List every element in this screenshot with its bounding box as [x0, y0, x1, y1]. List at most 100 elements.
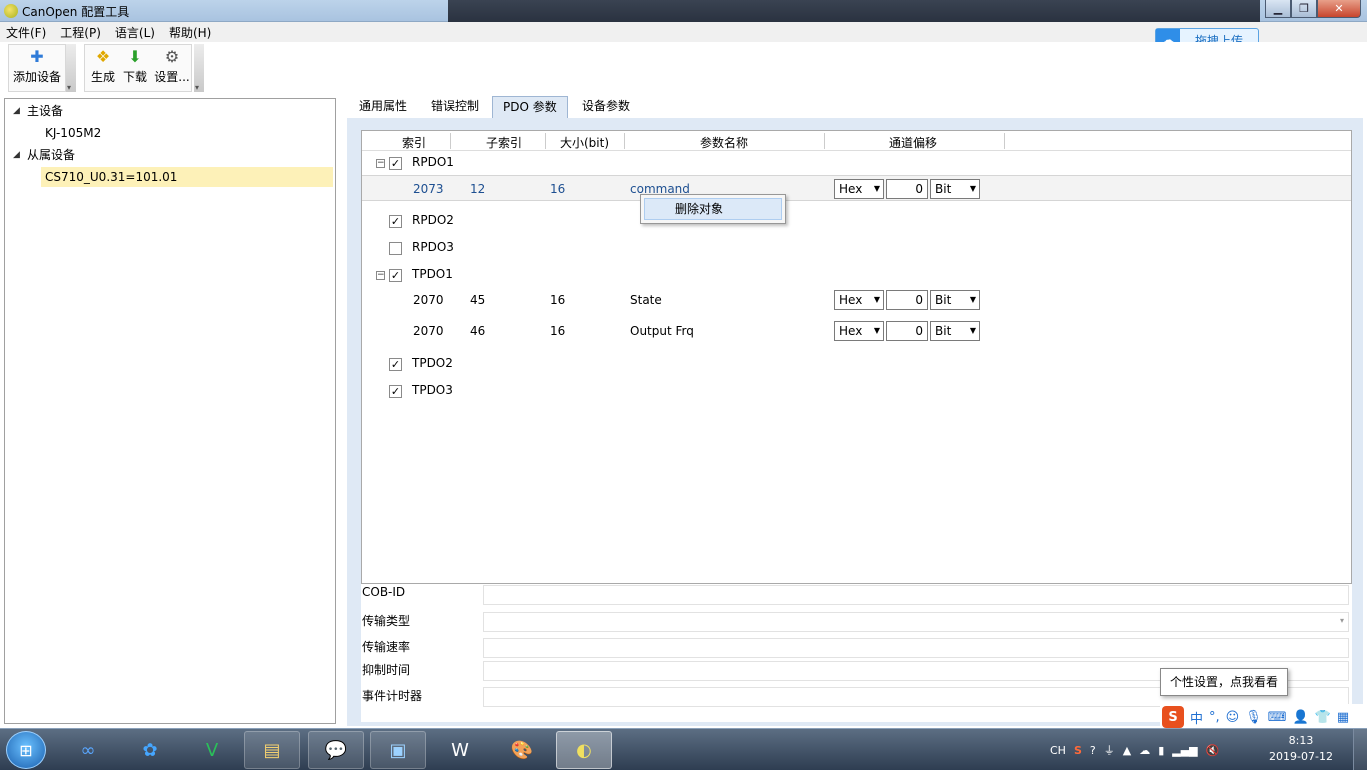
toolbar-grip[interactable] [194, 44, 204, 92]
menu-file[interactable]: 文件(F) [6, 24, 46, 41]
title-bar-background [448, 0, 1260, 22]
punctuation-icon[interactable]: °, [1209, 710, 1220, 725]
rpdo1-checkbox[interactable]: ✓ [389, 157, 402, 170]
transmission-type-select[interactable]: ▾ [483, 612, 1349, 632]
tab-device-params[interactable]: 设备参数 [572, 96, 640, 118]
collapse-icon[interactable]: − [376, 271, 385, 280]
header-index[interactable]: 索引 [402, 134, 426, 151]
generate-button[interactable]: ❖ 生成 [88, 46, 118, 85]
rpdo1-label: RPDO1 [412, 155, 454, 169]
volume-muted-icon[interactable]: 🔇 [1206, 744, 1220, 757]
cloud-tray-icon[interactable]: ☁ [1139, 744, 1150, 757]
maximize-button[interactable]: ❐ [1291, 0, 1317, 18]
tree-node-master[interactable]: 主设备 [27, 101, 63, 121]
format-select[interactable]: Hex ▼ [834, 290, 884, 310]
offset-input[interactable]: 0 [886, 179, 928, 199]
generate-label: 生成 [90, 70, 115, 84]
tree-node-slave[interactable]: 从属设备 [27, 145, 75, 165]
table-row[interactable]: 2070 46 16 Output Frq Hex ▼ 0 Bit ▼ [362, 318, 1351, 344]
row-index: 2070 [413, 324, 444, 338]
delete-object-menu-item[interactable]: 删除对象 [644, 198, 782, 220]
collapse-arrow-icon[interactable]: ◢ [13, 150, 20, 160]
tree-node-slave-device[interactable]: CS710_U0.31=101.01 [41, 167, 333, 187]
minimize-button[interactable]: ▁ [1265, 0, 1291, 18]
rpdo3-checkbox[interactable] [389, 242, 402, 255]
v5-app-icon[interactable]: V [184, 731, 240, 769]
wechat-icon[interactable]: 💬 [308, 731, 364, 769]
tree-node-master-device[interactable]: KJ-105M2 [45, 123, 101, 143]
rpdo2-label: RPDO2 [412, 213, 454, 227]
folder-icon[interactable]: ▤ [244, 731, 300, 769]
paint-icon[interactable]: 🎨 [494, 731, 550, 769]
collapse-arrow-icon[interactable]: ◢ [13, 106, 20, 116]
tpdo1-label: TPDO1 [412, 267, 453, 281]
microphone-icon[interactable]: 🎙 [1245, 710, 1262, 725]
offset-input[interactable]: 0 [886, 290, 928, 310]
unit-select[interactable]: Bit ▼ [930, 321, 980, 341]
collapse-icon[interactable]: − [376, 159, 385, 168]
tpdo2-checkbox[interactable]: ✓ [389, 358, 402, 371]
table-row[interactable]: 2070 45 16 State Hex ▼ 0 Bit ▼ [362, 287, 1351, 313]
device-tree: ◢ 主设备 KJ-105M2 ◢ 从属设备 CS710_U0.31=101.01 [4, 98, 336, 724]
baidu-netdisk-icon[interactable]: ✿ [122, 731, 178, 769]
network-icon[interactable]: ▂▄▆ [1172, 744, 1197, 757]
emoji-icon[interactable]: ☺ [1226, 710, 1240, 725]
table-row[interactable]: 2073 12 16 command Hex ▼ 0 Bit ▼ [362, 175, 1351, 201]
battery-icon[interactable]: ▮ [1158, 744, 1164, 757]
cob-id-field[interactable] [483, 585, 1349, 605]
header-subindex[interactable]: 子索引 [486, 134, 522, 151]
header-param-name[interactable]: 参数名称 [700, 134, 748, 151]
toolbar: ✚ 添加设备 ❖ 生成 ⬇ 下载 ⚙ 设置... [0, 42, 1367, 94]
transmission-rate-field[interactable] [483, 638, 1349, 658]
ime-lang-toggle[interactable]: 中 [1190, 708, 1203, 727]
download-button[interactable]: ⬇ 下载 [120, 46, 150, 85]
clock[interactable]: 8:13 2019-07-12 [1266, 733, 1336, 765]
property-row: 传输类型 ▾ [361, 609, 1352, 635]
gear-icon: ⚙ [164, 46, 180, 66]
menu-language[interactable]: 语言(L) [115, 24, 155, 41]
keyboard-icon[interactable]: ⌨ [1268, 710, 1287, 725]
tpdo3-checkbox[interactable]: ✓ [389, 385, 402, 398]
start-button[interactable]: ⊞ [6, 731, 46, 769]
offset-input[interactable]: 0 [886, 321, 928, 341]
row-subindex: 46 [470, 324, 486, 338]
add-device-button[interactable]: ✚ 添加设备 [10, 46, 64, 85]
infinity-app-icon[interactable]: ∞ [60, 731, 116, 769]
settings-button[interactable]: ⚙ 设置... [153, 46, 191, 85]
wps-icon[interactable]: W [432, 731, 488, 769]
remote-desktop-icon[interactable]: ▣ [370, 731, 426, 769]
skin-icon[interactable]: 👕 [1315, 710, 1331, 725]
rpdo2-checkbox[interactable]: ✓ [389, 215, 402, 228]
tab-general[interactable]: 通用属性 [349, 96, 417, 118]
add-icon: ✚ [30, 46, 44, 66]
menu-help[interactable]: 帮助(H) [169, 24, 211, 41]
format-select[interactable]: Hex ▼ [834, 321, 884, 341]
format-select[interactable]: Hex ▼ [834, 179, 884, 199]
unit-select[interactable]: Bit ▼ [930, 179, 980, 199]
show-hidden-icon[interactable]: ▲ [1123, 744, 1131, 757]
tpdo1-checkbox[interactable]: ✓ [389, 269, 402, 282]
close-button[interactable]: ✕ [1317, 0, 1361, 18]
tab-pdo-params[interactable]: PDO 参数 [492, 96, 568, 118]
menu-project[interactable]: 工程(P) [60, 24, 101, 41]
property-row: COB-ID [361, 582, 1352, 608]
header-channel-offset[interactable]: 通道偏移 [889, 134, 937, 151]
detail-pane: 通用属性 错误控制 PDO 参数 设备参数 索引 子索引 大小(bit) 参数名… [347, 94, 1363, 726]
show-desktop-button[interactable] [1353, 729, 1367, 770]
canopen-taskbar-icon[interactable]: ◐ [556, 731, 612, 769]
input-lang-indicator[interactable]: CH [1050, 744, 1066, 757]
usb-icon[interactable]: ⏚ [1104, 742, 1115, 758]
help-icon[interactable]: ? [1090, 744, 1096, 757]
pdo-grid: 索引 子索引 大小(bit) 参数名称 通道偏移 − ✓ RPDO1 2073 … [361, 130, 1352, 584]
sogou-icon[interactable]: S [1162, 706, 1184, 728]
add-device-label: 添加设备 [12, 70, 61, 84]
unit-select[interactable]: Bit ▼ [930, 290, 980, 310]
sogou-tray-icon[interactable]: S [1074, 744, 1082, 757]
inhibit-time-label: 抑制时间 [362, 663, 411, 677]
tab-error-control[interactable]: 错误控制 [421, 96, 489, 118]
user-icon[interactable]: 👤 [1293, 710, 1309, 725]
window-title: CanOpen 配置工具 [22, 5, 130, 19]
toolbar-grip[interactable] [66, 44, 76, 92]
grid-icon[interactable]: ▦ [1337, 710, 1349, 725]
header-size[interactable]: 大小(bit) [560, 134, 609, 151]
